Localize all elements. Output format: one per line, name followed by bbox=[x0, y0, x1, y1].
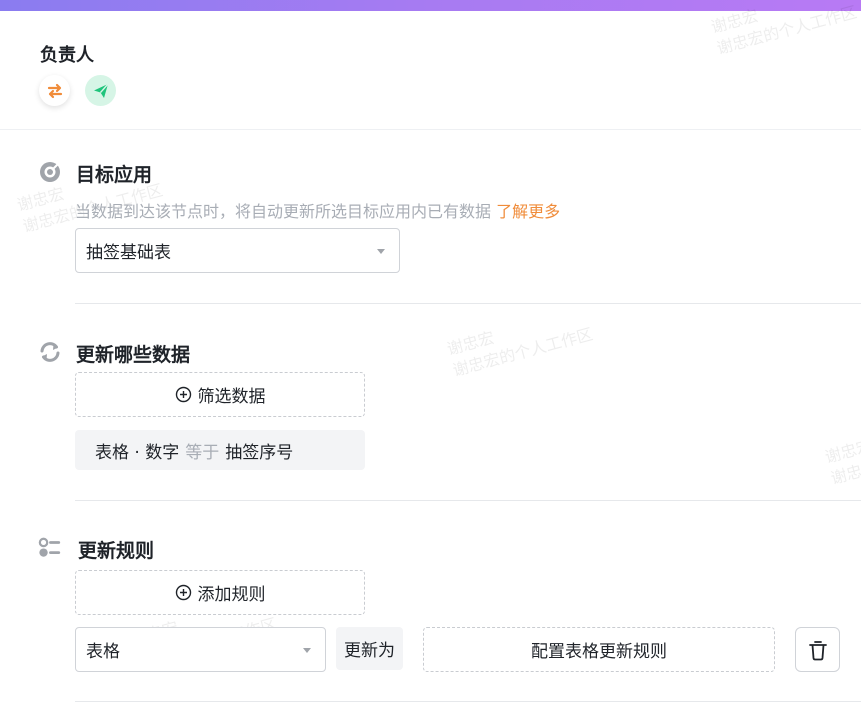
watermark: 谢忠宏谢忠宏的个人工作区 bbox=[823, 432, 861, 488]
owner-icons bbox=[39, 75, 116, 106]
rule-field-value: 表格 bbox=[86, 642, 120, 662]
target-app-title: 目标应用 bbox=[76, 164, 153, 186]
plus-circle-icon bbox=[175, 386, 191, 403]
update-rules-title: 更新规则 bbox=[78, 540, 155, 562]
condition-value: 抽签序号 bbox=[225, 442, 294, 463]
top-gradient-bar bbox=[0, 0, 861, 11]
swap-icon[interactable] bbox=[39, 75, 70, 106]
filter-data-label: 筛选数据 bbox=[197, 387, 266, 407]
configure-table-rule-button[interactable]: 配置表格更新规则 bbox=[423, 627, 775, 672]
plus-circle-icon bbox=[175, 584, 191, 601]
learn-more-link[interactable]: 了解更多 bbox=[496, 202, 560, 221]
add-rule-label: 添加规则 bbox=[197, 585, 266, 605]
header-divider bbox=[0, 129, 861, 130]
section-divider bbox=[75, 303, 861, 304]
chevron-down-icon bbox=[377, 248, 385, 254]
refresh-icon bbox=[38, 340, 62, 364]
trash-icon bbox=[808, 640, 827, 660]
chevron-down-icon bbox=[303, 647, 311, 653]
rule-field-select[interactable]: 表格 bbox=[75, 627, 326, 672]
filter-condition[interactable]: 表格 · 数字 等于 抽签序号 bbox=[75, 430, 365, 470]
delete-rule-button[interactable] bbox=[795, 627, 840, 672]
update-to-label: 更新为 bbox=[336, 627, 403, 670]
send-icon[interactable] bbox=[85, 75, 116, 106]
add-rule-button[interactable]: 添加规则 bbox=[75, 570, 365, 615]
section-divider bbox=[75, 701, 861, 702]
watermark: 谢忠宏谢忠宏的个人工作区 bbox=[445, 324, 595, 380]
section-divider bbox=[75, 500, 861, 501]
filter-data-button[interactable]: 筛选数据 bbox=[75, 372, 365, 417]
target-app-hint: 当数据到达该节点时，将自动更新所选目标应用内已有数据 了解更多 bbox=[75, 202, 561, 221]
list-icon bbox=[38, 536, 62, 560]
target-app-select[interactable]: 抽签基础表 bbox=[75, 228, 400, 273]
condition-field: 表格 · 数字 bbox=[95, 442, 180, 463]
update-data-title: 更新哪些数据 bbox=[76, 344, 191, 366]
condition-operator: 等于 bbox=[185, 442, 220, 463]
target-app-select-value: 抽签基础表 bbox=[86, 243, 171, 263]
owner-title: 负责人 bbox=[40, 45, 94, 66]
target-icon bbox=[38, 160, 62, 184]
configure-table-rule-label: 配置表格更新规则 bbox=[531, 642, 667, 662]
